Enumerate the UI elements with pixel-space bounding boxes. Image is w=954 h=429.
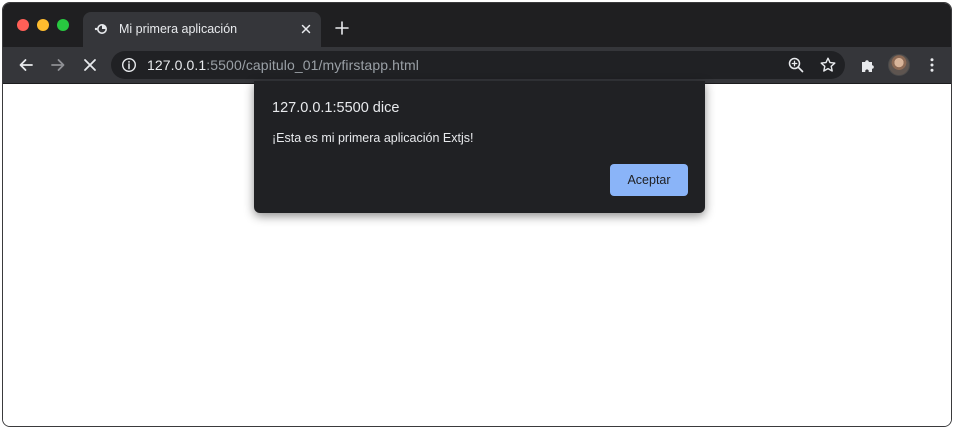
browser-window: Mi primera aplicación 127.0.0.1:5500/cap… [0, 0, 954, 429]
window-minimize-button[interactable] [37, 19, 49, 31]
alert-dialog: 127.0.0.1:5500 dice ¡Esta es mi primera … [254, 81, 705, 213]
loading-icon [94, 22, 108, 36]
profile-avatar[interactable] [888, 54, 910, 76]
stop-loading-icon[interactable] [81, 56, 99, 74]
browser-toolbar: 127.0.0.1:5500/capitulo_01/myfirstapp.ht… [3, 47, 951, 84]
url-host: 127.0.0.1 [147, 57, 207, 73]
extensions-puzzle-icon[interactable] [859, 56, 877, 74]
bookmark-star-icon[interactable] [819, 56, 837, 74]
tab-title: Mi primera aplicación [119, 22, 238, 36]
tab-active[interactable]: Mi primera aplicación [83, 12, 321, 47]
back-arrow-icon[interactable] [17, 56, 35, 74]
url-path: :5500/capitulo_01/myfirstapp.html [206, 57, 419, 73]
browser-frame: Mi primera aplicación 127.0.0.1:5500/cap… [2, 2, 952, 427]
site-info-icon[interactable] [121, 57, 137, 73]
accept-button[interactable]: Aceptar [610, 164, 688, 196]
address-bar[interactable]: 127.0.0.1:5500/capitulo_01/myfirstapp.ht… [111, 51, 845, 79]
tab-strip: Mi primera aplicación [3, 3, 951, 47]
dialog-message: ¡Esta es mi primera aplicación Extjs! [272, 131, 474, 145]
address-url: 127.0.0.1:5500/capitulo_01/myfirstapp.ht… [147, 57, 419, 73]
new-tab-icon[interactable] [334, 20, 350, 36]
zoom-icon[interactable] [787, 56, 805, 74]
window-maximize-button[interactable] [57, 19, 69, 31]
forward-arrow-icon[interactable] [49, 56, 67, 74]
dialog-title: 127.0.0.1:5500 dice [272, 100, 400, 116]
close-tab-icon[interactable] [299, 22, 313, 36]
window-close-button[interactable] [17, 19, 29, 31]
menu-kebab-icon[interactable] [923, 56, 941, 74]
